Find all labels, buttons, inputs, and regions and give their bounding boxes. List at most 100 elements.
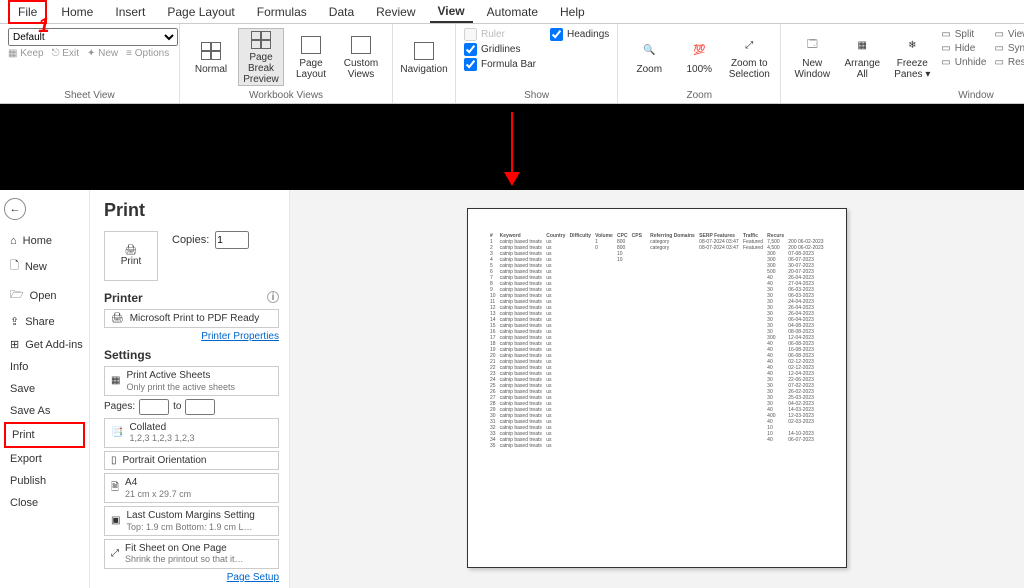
group-zoom: 🔍Zoom 💯100% ⤢Zoom to Selection Zoom (618, 24, 781, 103)
copies-label: Copies: (172, 234, 209, 246)
copies-input[interactable] (215, 231, 249, 249)
zoom-to-selection-button[interactable]: ⤢Zoom to Selection (726, 28, 772, 86)
sheets-icon: ▦ (111, 375, 120, 386)
headings-checkbox[interactable]: Headings (550, 28, 609, 41)
nav-addins[interactable]: ⊞Get Add-ins (4, 333, 85, 356)
tab-file[interactable]: File (8, 0, 47, 24)
back-button[interactable]: ← (4, 198, 26, 220)
collate-icon: 📑 (111, 427, 123, 438)
ruler-checkbox[interactable]: Ruler (464, 28, 536, 41)
hide-button[interactable]: ▭ Hide (939, 42, 988, 55)
preview-page: #KeywordCountryDifficultyVolumeCPCCPSRef… (467, 208, 847, 568)
group-show: Ruler Gridlines Formula Bar Headings Sho… (456, 24, 618, 103)
custom-views-button[interactable]: Custom Views (338, 28, 384, 86)
collation-selector[interactable]: 📑 Collated1,2,3 1,2,3 1,2,3 (104, 418, 279, 448)
info-icon[interactable]: i (267, 291, 279, 303)
tab-home[interactable]: Home (53, 2, 101, 22)
tab-help[interactable]: Help (552, 2, 593, 22)
printer-ready-icon: 🖨 (111, 313, 124, 324)
tab-view[interactable]: View (430, 1, 473, 23)
arrange-all-button[interactable]: ▦Arrange All (839, 28, 885, 86)
nav-print[interactable]: 2 Print (4, 422, 85, 448)
navigation-button[interactable]: Navigation (401, 28, 447, 86)
pages-from-input[interactable] (139, 399, 169, 415)
options-button[interactable]: ≡ Options (126, 48, 169, 59)
tab-review[interactable]: Review (368, 2, 423, 22)
group-label-zoom: Zoom (626, 88, 772, 101)
zoom-button[interactable]: 🔍Zoom (626, 28, 672, 86)
nav-close[interactable]: Close (4, 492, 85, 514)
open-icon: 🗁 (10, 286, 24, 305)
sheet-view-dropdown[interactable]: Default (8, 28, 178, 46)
nav-new[interactable]: 🗋New (4, 252, 85, 281)
margins-selector[interactable]: ▣ Last Custom Margins SettingTop: 1.9 cm… (104, 506, 279, 536)
new-view-button[interactable]: ✦ New (87, 48, 118, 59)
tab-formulas[interactable]: Formulas (249, 2, 315, 22)
nav-save[interactable]: Save (4, 378, 85, 400)
tab-page-layout[interactable]: Page Layout (159, 2, 242, 22)
ribbon-tabs: File Home Insert Page Layout Formulas Da… (0, 0, 1024, 24)
nav-open[interactable]: 🗁Open (4, 281, 85, 310)
nav-save-as[interactable]: Save As (4, 400, 85, 422)
printer-heading: Printer (104, 291, 143, 305)
group-workbook-views: Normal Page Break Preview Page Layout Cu… (180, 24, 393, 103)
print-what-selector[interactable]: ▦ Print Active SheetsOnly print the acti… (104, 366, 279, 396)
view-side-by-side-button[interactable]: ▭ View Side by Side (992, 28, 1024, 41)
nav-share[interactable]: ⇪Share (4, 310, 85, 333)
sync-scroll-button[interactable]: ▭ Synchronous Scrolling (992, 42, 1024, 55)
keep-button[interactable]: ▦ Keep (8, 48, 44, 59)
pages-to-input[interactable] (185, 399, 215, 415)
arrow-down-icon (504, 112, 520, 186)
preview-table: #KeywordCountryDifficultyVolumeCPCCPSRef… (488, 233, 826, 449)
nav-export[interactable]: Export (4, 448, 85, 470)
paper-icon: 🗎 (111, 480, 119, 497)
group-sheet-view: Default ▦ Keep ⎋ Exit ✦ New ≡ Options Sh… (0, 24, 180, 103)
addins-icon: ⊞ (10, 338, 19, 351)
printer-icon: 🖨 (125, 245, 138, 256)
new-icon: 🗋 (10, 257, 19, 276)
print-preview: #KeywordCountryDifficultyVolumeCPCCPSRef… (290, 190, 1024, 588)
nav-publish[interactable]: Publish (4, 470, 85, 492)
split-button[interactable]: ▭ Split (939, 28, 988, 41)
portrait-icon: ▯ (111, 455, 117, 466)
pages-label: Pages: (104, 401, 135, 412)
settings-heading: Settings (104, 348, 151, 362)
home-icon: ⌂ (10, 235, 17, 247)
pages-to-label: to (173, 401, 181, 412)
print-title: Print (104, 200, 279, 221)
printer-selector[interactable]: 🖨 Microsoft Print to PDF Ready (104, 309, 279, 328)
group-label-show: Show (464, 88, 609, 101)
page-layout-button[interactable]: Page Layout (288, 28, 334, 86)
tab-data[interactable]: Data (321, 2, 362, 22)
fit-icon: ⤢ (111, 548, 119, 559)
margins-icon: ▣ (111, 515, 120, 526)
print-settings-panel: Print 🖨 Print Copies: Printer i 🖨 Microso… (90, 190, 290, 588)
share-icon: ⇪ (10, 315, 19, 328)
unhide-button[interactable]: ▭ Unhide (939, 56, 988, 69)
paper-size-selector[interactable]: 🗎 A421 cm x 29.7 cm (104, 473, 279, 503)
page-setup-link[interactable]: Page Setup (104, 572, 279, 583)
tab-insert[interactable]: Insert (107, 2, 153, 22)
new-window-button[interactable]: 🗔New Window (789, 28, 835, 86)
ribbon: Default ▦ Keep ⎋ Exit ✦ New ≡ Options Sh… (0, 24, 1024, 104)
print-button[interactable]: 🖨 Print (104, 231, 158, 281)
backstage-nav: ← ⌂Home 🗋New 🗁Open ⇪Share ⊞Get Add-ins I… (0, 190, 90, 588)
exit-button[interactable]: ⎋ Exit (52, 48, 79, 59)
separator-band (0, 104, 1024, 190)
page-break-preview-button[interactable]: Page Break Preview (238, 28, 284, 86)
group-label-sheet-view: Sheet View (8, 88, 171, 101)
freeze-panes-button[interactable]: ❄Freeze Panes ▾ (889, 28, 935, 86)
printer-properties-link[interactable]: Printer Properties (104, 331, 279, 342)
formula-bar-checkbox[interactable]: Formula Bar (464, 58, 536, 71)
reset-window-button[interactable]: ▭ Reset Window Position (992, 56, 1024, 69)
group-label-window: Window (789, 88, 1024, 101)
group-navigation: Navigation (393, 24, 456, 103)
tab-automate[interactable]: Automate (479, 2, 546, 22)
nav-info[interactable]: Info (4, 356, 85, 378)
gridlines-checkbox[interactable]: Gridlines (464, 43, 536, 56)
scaling-selector[interactable]: ⤢ Fit Sheet on One PageShrink the printo… (104, 539, 279, 569)
zoom-100-button[interactable]: 💯100% (676, 28, 722, 86)
normal-view-button[interactable]: Normal (188, 28, 234, 86)
nav-home[interactable]: ⌂Home (4, 230, 85, 252)
orientation-selector[interactable]: ▯ Portrait Orientation (104, 451, 279, 471)
